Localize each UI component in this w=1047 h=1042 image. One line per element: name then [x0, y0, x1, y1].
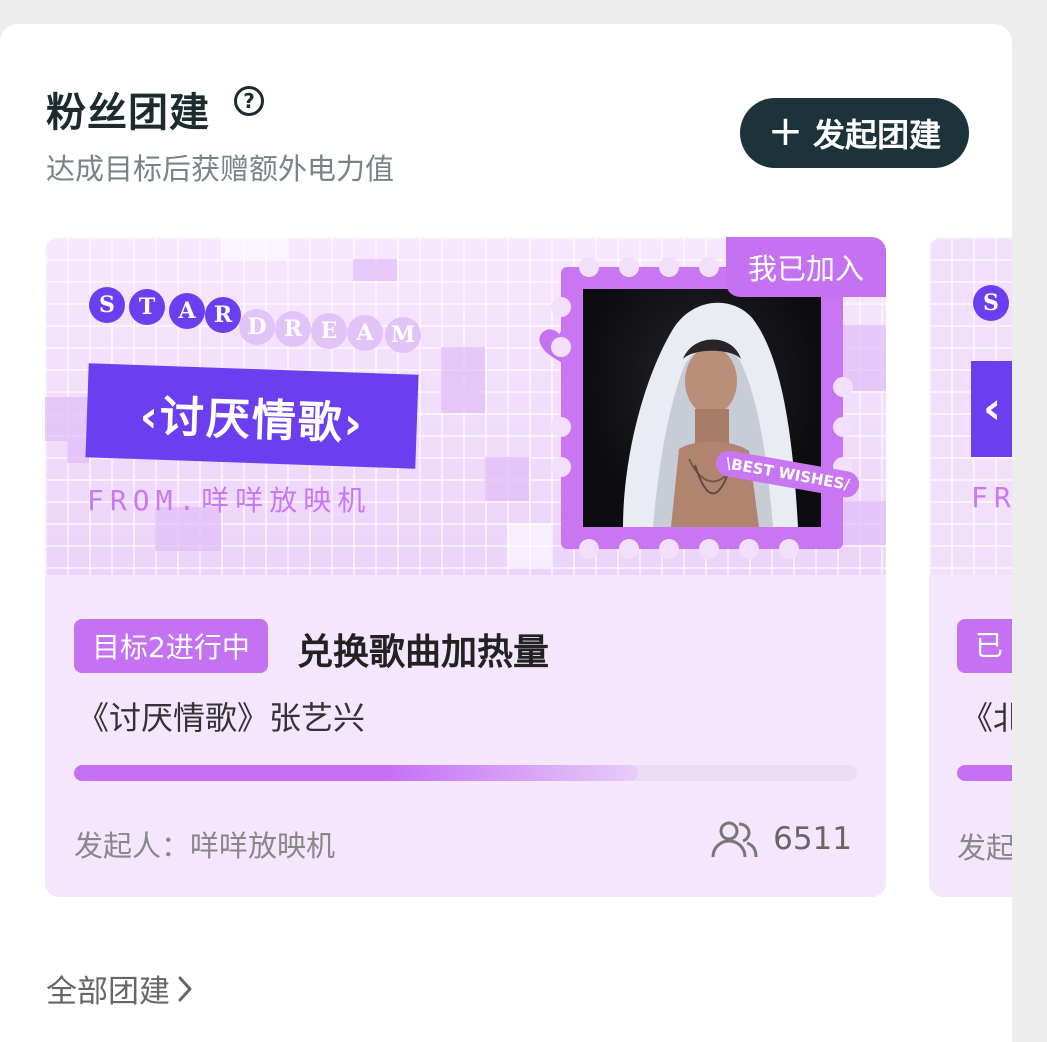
all-teams-link[interactable]: 全部团建: [46, 966, 194, 1011]
stamp-edge: [699, 257, 719, 277]
stamp-edge: [739, 539, 759, 559]
stamp-edge: [551, 297, 571, 317]
stamp-edge: [579, 539, 599, 559]
stamp-edge: [659, 257, 679, 277]
stamp-edge: [551, 337, 571, 357]
stamp-edge: [551, 417, 571, 437]
dream-letter: M: [385, 317, 421, 353]
team-card[interactable]: S ‹ FR 已 《北 发起: [929, 237, 1012, 897]
initiator-label: 发起: [957, 831, 1012, 865]
help-icon[interactable]: ?: [234, 86, 264, 116]
status-badge: 目标2进行中: [74, 619, 268, 673]
star-letter: T: [129, 289, 165, 325]
dream-letter: A: [347, 315, 383, 351]
stamp-edge: [699, 539, 719, 559]
initiator-label: 发起人：咩咩放映机: [74, 829, 336, 863]
card-banner: S T A R D R E A M ‹讨厌情歌› FROM.咩咩放映机 \BES…: [45, 237, 886, 575]
artist-photo: [583, 289, 821, 527]
star-letter: S: [973, 285, 1009, 321]
status-badge: 已: [957, 619, 1012, 673]
stamp-edge: [619, 257, 639, 277]
stamp-edge: [579, 257, 599, 277]
joined-tag: 我已加入: [726, 237, 886, 297]
dream-letter: R: [275, 311, 311, 347]
chevron-right-icon: [178, 976, 192, 1001]
photo-stamp: \BEST WISHES/: [551, 257, 862, 559]
dream-letter: E: [311, 313, 347, 349]
star-letter: R: [205, 297, 241, 333]
pixel-decoration: [221, 237, 287, 259]
plus-icon: +: [767, 106, 804, 155]
banner-song-title: ‹讨厌情歌›: [85, 363, 419, 469]
dream-letter: D: [239, 309, 275, 345]
card-body: 目标2进行中 兑换歌曲加热量 《讨厌情歌》张艺兴 发起人：咩咩放映机 6511: [45, 575, 886, 897]
fan-team-panel: 粉丝团建 ? 达成目标后获赠额外电力值 + 发起团建 S T A R D R E…: [0, 24, 1012, 1042]
star-letter: A: [169, 293, 205, 329]
progress-bar: [957, 765, 1012, 781]
progress-fill: [74, 765, 638, 781]
pixel-decoration: [485, 457, 529, 501]
pixel-decoration: [353, 259, 397, 281]
people-icon: [711, 821, 758, 858]
song-line: 《讨厌情歌》张艺兴: [77, 699, 366, 737]
participant-count: 6511: [709, 819, 852, 859]
team-card[interactable]: S T A R D R E A M ‹讨厌情歌› FROM.咩咩放映机 \BES…: [45, 237, 886, 897]
launch-team-button[interactable]: + 发起团建: [740, 98, 969, 168]
pixel-decoration: [45, 397, 89, 441]
star-letter: S: [89, 287, 125, 323]
stamp-edge: [779, 539, 799, 559]
artist-photo-image: [623, 302, 798, 527]
song-line: 《北: [961, 699, 1012, 737]
stamp-edge: [659, 539, 679, 559]
pixel-decoration: [507, 523, 551, 567]
stamp-edge: [551, 457, 571, 477]
goal-text: 兑换歌曲加热量: [297, 632, 550, 673]
participant-count-value: 6511: [773, 821, 852, 857]
launch-team-label: 发起团建: [813, 116, 942, 154]
banner-from-text: FR: [971, 481, 1012, 514]
stamp-edge: [619, 539, 639, 559]
stamp-edge: [833, 417, 853, 437]
pixel-decoration: [441, 347, 485, 413]
stamp-edge: [833, 377, 853, 397]
all-teams-label: 全部团建: [46, 974, 170, 1010]
pixel-decoration: [837, 501, 886, 545]
section-title: 粉丝团建: [46, 90, 210, 136]
section-subtitle: 达成目标后获赠额外电力值: [46, 152, 395, 186]
progress-bar: [74, 765, 857, 781]
banner-song-title: ‹: [971, 361, 1012, 457]
banner-from-text: FROM.咩咩放映机: [87, 484, 372, 517]
